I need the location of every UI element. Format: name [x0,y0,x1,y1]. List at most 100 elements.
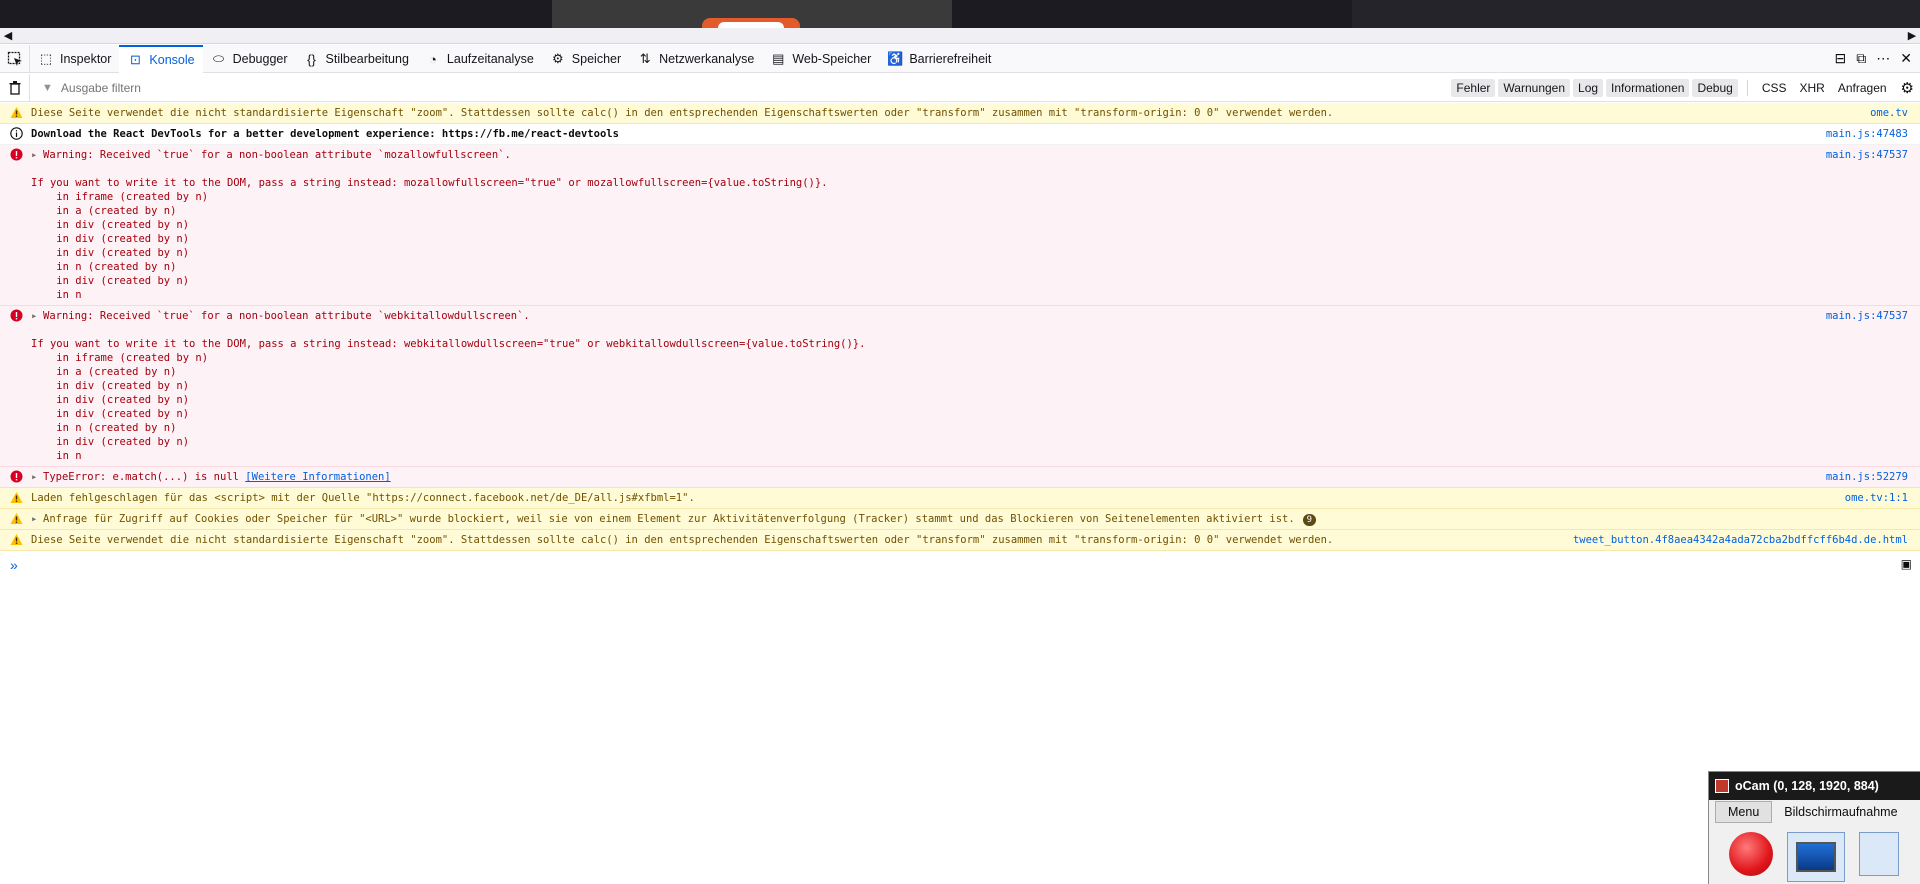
scroll-left-icon[interactable]: ◀ [0,28,16,44]
trash-icon [9,80,20,95]
memory-icon: ⚙ [551,51,564,66]
console-message: ▸ TypeError: e.match(...) is null [Weiter… [0,467,1920,488]
warning-icon [10,533,24,547]
repeat-badge: 9 [1302,514,1317,526]
tab-label: Laufzeitanalyse [446,52,534,66]
message-source-link[interactable]: main.js:47483 [1826,127,1908,141]
debugger-icon: ⬭ [213,51,225,66]
ocam-titlebar: oCam (0, 128, 1920, 884) [1709,772,1920,800]
message-text: Diese Seite verwendet die nicht standard… [31,107,1334,119]
dock-icon[interactable]: ⧉ [1856,50,1866,67]
tab-konsole[interactable]: ⊡ Konsole [119,45,203,73]
error-icon [10,148,24,162]
prompt-chevron-icon: » [10,557,18,573]
browser-content-strip [0,0,1920,30]
tab-label: Speicher [571,52,622,66]
tab-debugger[interactable]: ⬭ Debugger [203,45,296,73]
expand-arrow-icon[interactable]: ▸ [31,309,39,323]
performance-icon: ◔ [428,51,437,67]
ocam-buttons [1709,824,1920,882]
stack-frame: in iframe (created by n) [56,352,209,364]
message-text: Warning: Received `true` for a non-boole… [43,149,511,161]
style-editor-icon: {} [307,51,316,67]
console-settings-icon[interactable]: ⚙ [1901,79,1914,97]
net-filter-css[interactable]: CSS [1757,79,1792,97]
monitor-icon [1796,842,1836,872]
message-detail: If you want to write it to the DOM, pass… [31,338,866,350]
expand-arrow-icon[interactable]: ▸ [31,470,39,484]
tab-barrierefreiheit[interactable]: ♿ Barrierefreiheit [879,45,999,73]
tab-laufzeitanalyse[interactable]: ◔ Laufzeitanalyse [417,45,542,73]
message-source-link[interactable]: tweet_button.4f8aea4342a4ada72cba2bdffcf… [1573,533,1908,547]
stack-frame: in a (created by n) [56,366,177,378]
message-source-link[interactable]: ome.tv [1870,106,1908,120]
scroll-right-icon[interactable]: ▶ [1904,28,1920,44]
warning-icon [10,106,24,120]
level-filter-warnungen[interactable]: Warnungen [1498,78,1571,97]
stack-frame: in div (created by n) [56,436,190,448]
tab-netzwerkanalyse[interactable]: ⇅ Netzwerkanalyse [629,45,762,73]
resize-button[interactable] [1859,832,1899,876]
console-message: Laden fehlgeschlagen für das <script> mi… [0,488,1920,509]
ocam-tab-screen-recording[interactable]: Bildschirmaufnahme [1784,805,1897,819]
element-picker-button[interactable] [0,45,30,72]
page-dark-area [1352,0,1920,28]
stack-frame: in a (created by n) [56,205,177,217]
stack-frame: in n (created by n) [56,422,177,434]
message-text: TypeError: e.match(...) is null [43,471,239,483]
close-icon[interactable]: ✕ [1900,50,1912,67]
horizontal-scrollbar[interactable]: ◀ ▶ [0,28,1920,44]
console-message: ▸ Anfrage für Zugriff auf Cookies oder Sp… [0,509,1920,530]
stack-frame: in div (created by n) [56,408,190,420]
net-filter-xhr[interactable]: XHR [1795,79,1830,97]
ocam-menu-bar: Menu Bildschirmaufnahme [1709,800,1920,824]
warning-icon [10,512,24,526]
stack-frame: in n (created by n) [56,261,177,273]
console-input[interactable]: » ▣ [0,553,1920,577]
more-options-icon[interactable]: ⋯ [1876,50,1890,67]
message-source-link[interactable]: main.js:47537 [1826,309,1908,323]
split-console-icon[interactable]: ⊟ [1835,50,1847,67]
expand-arrow-icon[interactable]: ▸ [31,512,39,526]
message-text: Download the React DevTools for a better… [31,128,619,140]
ocam-menu-button[interactable]: Menu [1715,801,1773,823]
console-message: Diese Seite verwendet die nicht standard… [0,103,1920,124]
inspector-icon: ⬚ [39,51,53,66]
clear-console-button[interactable] [0,73,30,102]
storage-icon: ▤ [772,51,785,66]
accessibility-icon: ♿ [887,51,904,66]
message-source-link[interactable]: main.js:47537 [1826,148,1908,162]
net-filter-anfragen[interactable]: Anfragen [1833,79,1892,97]
message-source-link[interactable]: ome.tv:1:1 [1845,491,1908,505]
console-message: Download the React DevTools for a better… [0,124,1920,145]
filter-input[interactable] [60,80,461,95]
toolbar-right-controls: ⊟ ⧉ ⋯ ✕ [1835,45,1920,72]
editor-mode-icon[interactable]: ▣ [1901,557,1912,571]
stack-frame: in n [56,450,82,462]
level-filter-informationen[interactable]: Informationen [1606,78,1690,97]
record-button-icon[interactable] [1729,832,1773,876]
message-text: Diese Seite verwendet die nicht standard… [31,534,1334,546]
stack-frame: in div (created by n) [56,275,190,287]
tab-speicher[interactable]: ⚙ Speicher [542,45,629,73]
network-icon: ⇅ [639,51,651,66]
screen-capture-button[interactable] [1787,832,1845,882]
error-icon [10,309,24,323]
tab-web-speicher[interactable]: ▤ Web-Speicher [762,45,879,73]
message-source-link[interactable]: main.js:52279 [1826,470,1908,484]
level-filter-fehler[interactable]: Fehler [1451,78,1496,97]
tab-label: Stilbearbeitung [325,52,409,66]
message-text: Warning: Received `true` for a non-boole… [43,310,530,322]
tab-stilbearbeitung[interactable]: {} Stilbearbeitung [296,45,417,73]
console-message: ▸ Warning: Received `true` for a non-bool… [0,145,1920,306]
message-text: Laden fehlgeschlagen für das <script> mi… [31,492,695,504]
stack-frame: in n [56,289,82,301]
level-filter-log[interactable]: Log [1573,78,1604,97]
tab-label: Netzwerkanalyse [659,52,755,66]
tab-label: Barrierefreiheit [909,52,992,66]
expand-arrow-icon[interactable]: ▸ [31,148,39,162]
learn-more-link[interactable]: [Weitere Informationen] [245,471,390,483]
tab-inspektor[interactable]: ⬚ Inspektor [30,45,119,73]
console-filter-bar: ▼ FehlerWarnungenLogInformationenDebug CS… [0,73,1920,102]
level-filter-debug[interactable]: Debug [1692,78,1738,97]
